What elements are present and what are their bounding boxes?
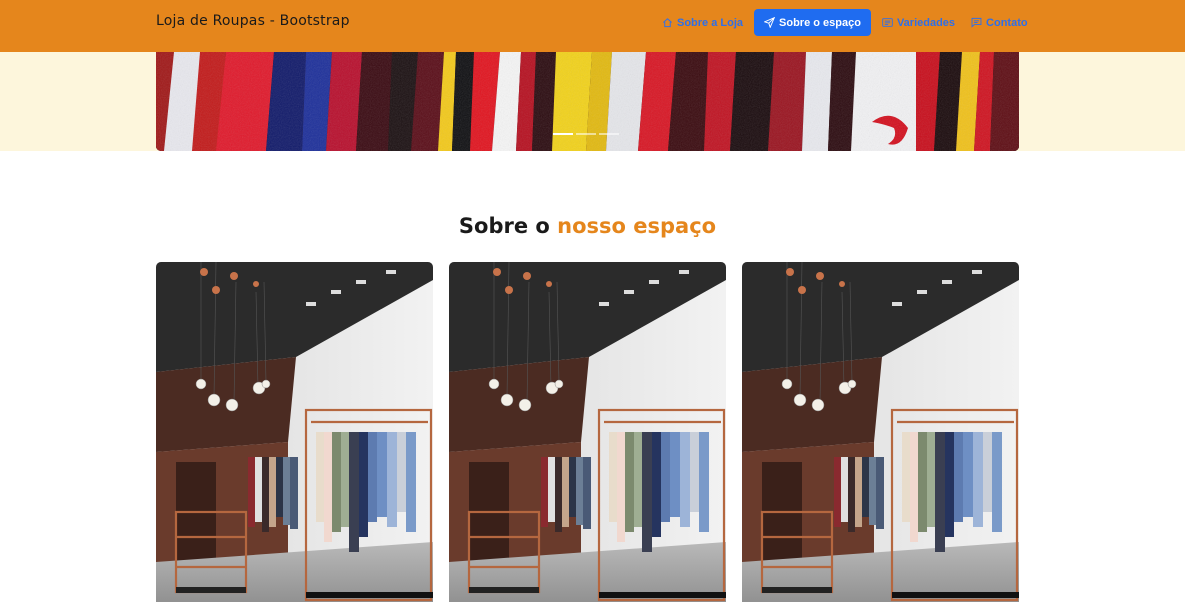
store-interior-image	[742, 262, 1019, 602]
section-title: Sobre o nosso espaço	[0, 214, 1175, 238]
card-text-icon	[882, 18, 893, 27]
gallery-image-card	[449, 262, 726, 602]
gallery-image-card	[156, 262, 433, 602]
hero-carousel[interactable]	[156, 52, 1019, 151]
nav-label: Sobre a Loja	[677, 16, 744, 29]
carousel-indicators	[553, 133, 619, 135]
nav-label: Sobre o espaço	[779, 16, 861, 29]
gallery	[156, 262, 1019, 602]
nav-link-variedades[interactable]: Variedades	[874, 9, 963, 36]
house-icon	[663, 18, 672, 28]
gallery-image-card	[742, 262, 1019, 602]
carousel-indicator[interactable]	[553, 133, 573, 135]
nav-link-sobre-o-espaco[interactable]: Sobre o espaço	[754, 9, 871, 36]
nav-label: Contato	[986, 16, 1028, 29]
navbar: Loja de Roupas - Bootstrap Sobre a Loja …	[0, 0, 1185, 52]
nav-link-contato[interactable]: Contato	[963, 9, 1036, 36]
send-icon	[764, 17, 776, 28]
carousel-indicator[interactable]	[599, 133, 619, 135]
nav-menu: Sobre a Loja Sobre o espaço Variedades C…	[660, 9, 1036, 36]
section-title-accent: nosso espaço	[557, 214, 717, 238]
chat-icon	[971, 17, 982, 28]
carousel-indicator[interactable]	[576, 133, 596, 135]
nav-label: Variedades	[896, 16, 956, 29]
section-title-prefix: Sobre o	[458, 214, 550, 238]
navbar-brand[interactable]: Loja de Roupas - Bootstrap	[156, 13, 350, 29]
nav-link-sobre-a-loja[interactable]: Sobre a Loja	[660, 9, 751, 36]
store-interior-image	[156, 262, 433, 602]
store-interior-image	[449, 262, 726, 602]
carousel-image	[156, 52, 1019, 151]
